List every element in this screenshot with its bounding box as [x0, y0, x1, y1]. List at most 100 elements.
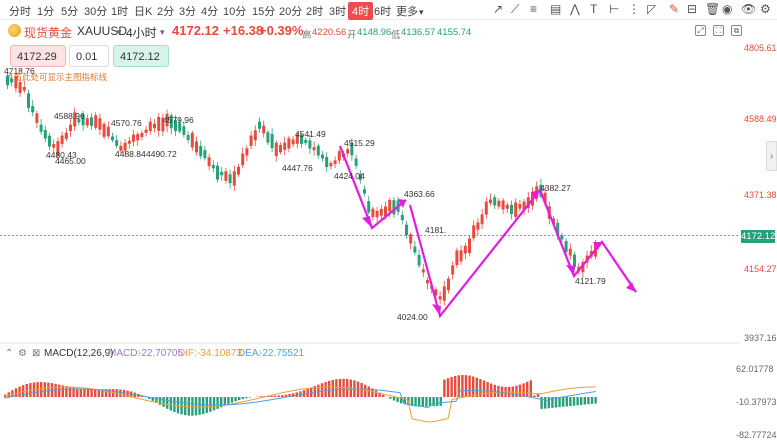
candle-body — [241, 153, 245, 166]
collapse-icon[interactable]: ⌃ — [5, 348, 13, 359]
macd-histogram-bar — [335, 379, 338, 397]
candle-body — [568, 248, 572, 256]
macd-histogram-bar — [544, 397, 547, 409]
annot-6: 4465.00 — [55, 156, 86, 166]
annot-2: 4588.96 — [54, 111, 85, 121]
macd-histogram-bar — [464, 375, 468, 397]
annot-14: 4382.27 — [540, 183, 571, 193]
candle-body — [43, 129, 47, 139]
candle-body — [14, 75, 18, 89]
candle-body — [371, 208, 375, 218]
candle-body — [455, 250, 459, 266]
candle-body — [94, 115, 98, 128]
annot-7: 4488.84 — [115, 149, 146, 159]
candle-body — [484, 201, 488, 215]
annot-15: 4181. — [425, 225, 447, 235]
macd-histogram-bar — [580, 397, 583, 405]
candle-body — [501, 200, 505, 210]
candle-body — [186, 134, 190, 140]
macd-title: MACD(12,26,9) — [44, 348, 114, 359]
price-chart[interactable] — [0, 0, 777, 444]
macd-histogram-bar — [446, 378, 450, 397]
annot-8: 4490.72 — [146, 149, 177, 159]
macd-histogram-bar — [68, 386, 72, 397]
macd-histogram-bar — [490, 383, 493, 397]
candle-body — [493, 197, 497, 206]
macd-histogram-bar — [86, 389, 90, 397]
price-axis-label-3: 4371.38 — [744, 190, 777, 200]
candle-body — [409, 234, 413, 244]
macd-histogram-bar — [576, 397, 579, 406]
macd-axis-2: -10.37973 — [736, 397, 777, 407]
side-panel-toggle-icon[interactable]: › — [766, 141, 777, 171]
candle-body — [127, 140, 131, 144]
candle-body — [316, 145, 320, 156]
macd-histogram-bar — [281, 395, 284, 397]
candle-body — [463, 245, 467, 254]
candle-body — [132, 134, 135, 142]
macd-histogram-bar — [472, 376, 475, 397]
macd-histogram-bar — [230, 397, 234, 403]
candle-body — [375, 210, 379, 218]
candle-body — [31, 105, 35, 113]
close-small-icon[interactable]: ⊠ — [32, 348, 40, 359]
candle-body — [237, 166, 240, 175]
arrow-head — [626, 282, 636, 292]
candle-body — [346, 149, 350, 154]
dif-label: DIF: — [178, 348, 197, 359]
macd-histogram-bar — [234, 397, 237, 402]
macd-histogram-bar — [122, 389, 126, 397]
candle-body — [18, 81, 22, 93]
candle-body — [253, 130, 257, 141]
macd-histogram-bar — [227, 397, 230, 405]
macd-histogram-bar — [562, 397, 565, 407]
candle-body — [400, 215, 404, 221]
current-price-tag: 4172.12 — [741, 230, 776, 243]
candle-body — [451, 265, 455, 275]
macd-histogram-bar — [94, 389, 97, 397]
macd-histogram-bar — [328, 380, 331, 397]
candle-body — [505, 204, 509, 209]
candle-body — [413, 246, 417, 253]
candle-body — [90, 117, 93, 126]
price-axis-label-1: 4805.61 — [744, 43, 777, 53]
candle-body — [35, 113, 39, 123]
candle-body — [312, 147, 316, 151]
candle-body — [195, 141, 198, 153]
candle-body — [283, 142, 287, 150]
macd-histogram-bar — [79, 388, 82, 397]
candle-body — [207, 157, 211, 167]
candle-body — [39, 124, 43, 132]
annot-4: 4579.96 — [163, 115, 194, 125]
candle-body — [216, 165, 219, 180]
candle-body — [291, 139, 295, 145]
macd-histogram-bar — [425, 397, 428, 407]
candle-body — [321, 154, 324, 159]
macd-histogram-bar — [421, 397, 424, 407]
candle-body — [388, 199, 392, 212]
candle-body — [182, 126, 186, 135]
macd-label: MACD: — [108, 348, 141, 359]
candle-body — [64, 132, 68, 139]
candle-body — [287, 138, 291, 149]
macd-histogram-bar — [389, 397, 392, 399]
annot-9: 4541.49 — [295, 129, 326, 139]
macd-histogram-bar — [169, 397, 172, 411]
candle-body — [140, 133, 144, 138]
macd-axis-3: -82.77724 — [736, 430, 777, 440]
candle-body — [438, 296, 442, 300]
macd-histogram-bar — [432, 397, 435, 407]
macd-histogram-bar — [493, 384, 496, 397]
candle-body — [367, 201, 371, 213]
macd-histogram-bar — [320, 383, 324, 397]
macd-histogram-bar — [43, 382, 46, 397]
macd-histogram-bar — [162, 397, 165, 407]
macd-histogram-bar — [40, 382, 43, 397]
macd-histogram-bar — [270, 395, 273, 397]
candle-body — [274, 142, 278, 157]
macd-histogram-bar — [436, 397, 439, 406]
settings-small-icon[interactable]: ⚙ — [18, 348, 27, 359]
annot-11: 4447.76 — [282, 163, 313, 173]
macd-histogram-bar — [212, 397, 216, 411]
candle-body — [258, 121, 261, 129]
